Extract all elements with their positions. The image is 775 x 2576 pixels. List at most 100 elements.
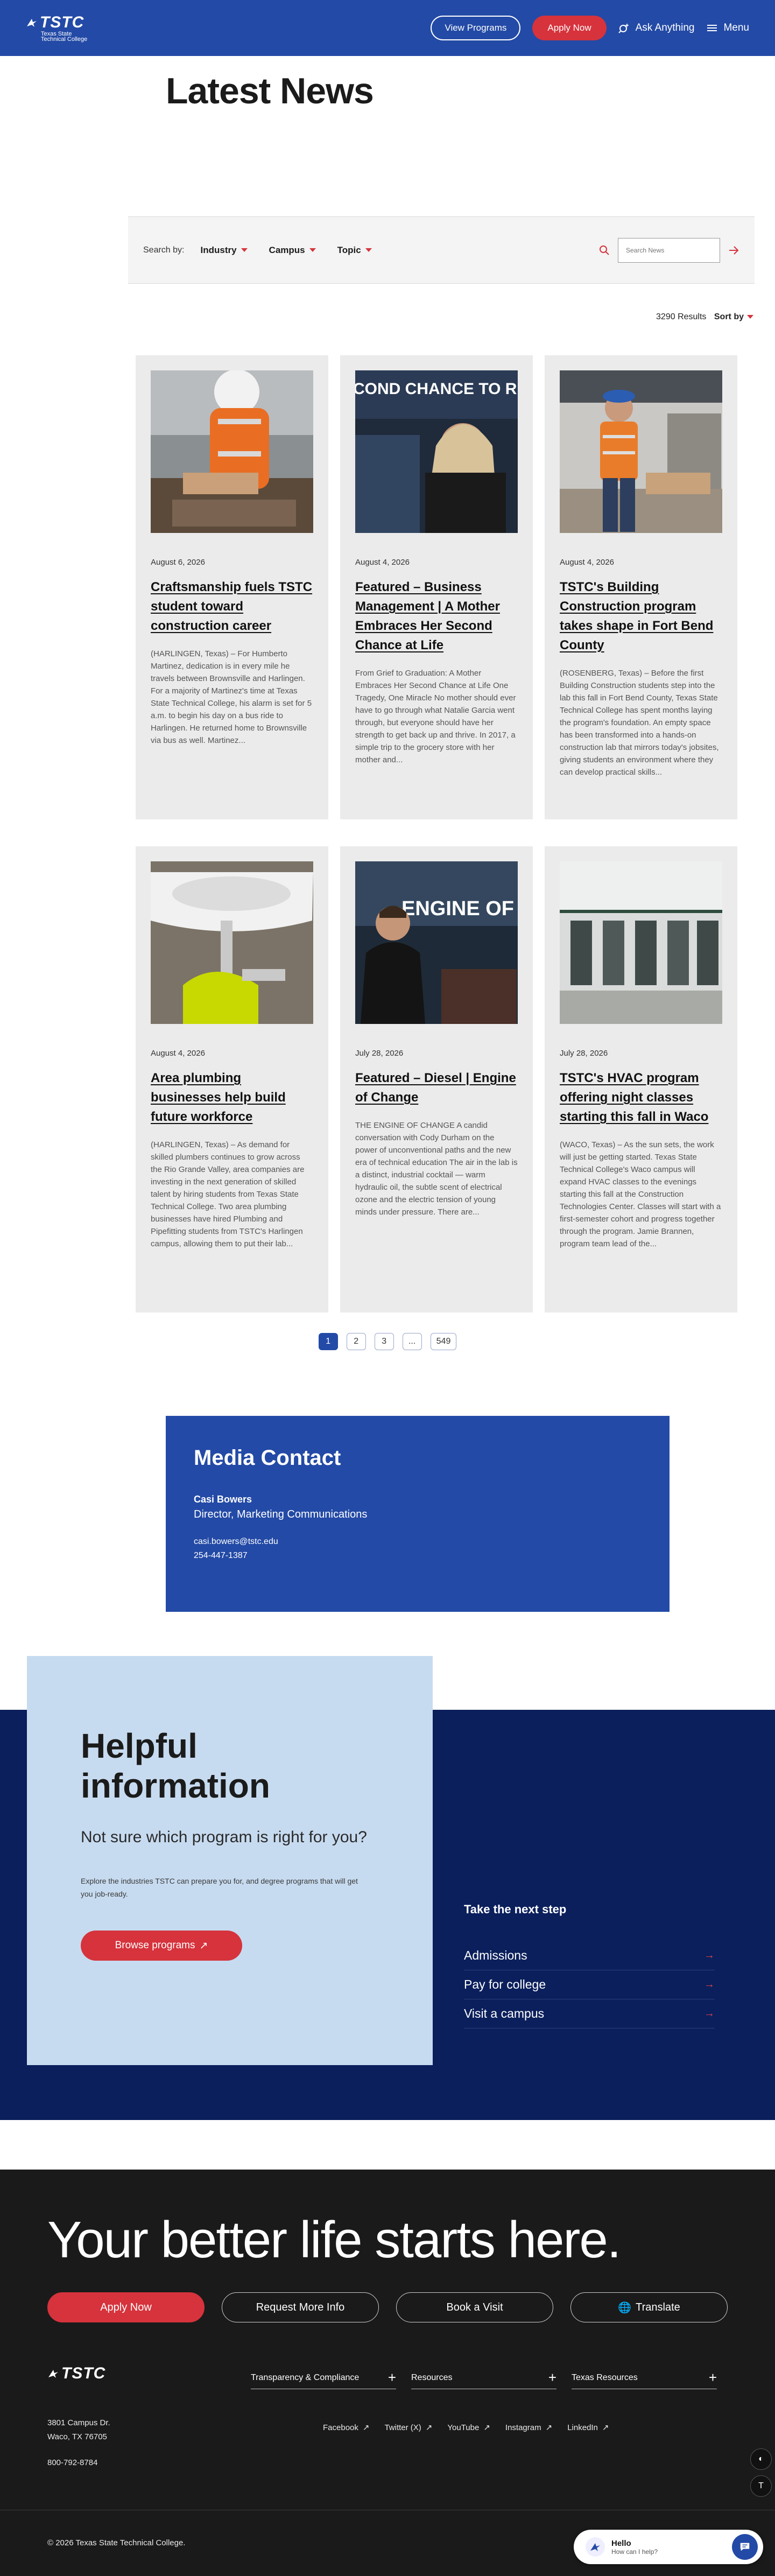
ask-anything-link[interactable]: Ask Anything (618, 22, 694, 34)
logo-text: TSTC (40, 13, 84, 31)
news-card[interactable]: August 4, 2026 TSTC's Building Construct… (545, 355, 737, 819)
tstc-logo[interactable]: TSTC Texas State Technical College (26, 13, 87, 43)
page-button[interactable]: 549 (430, 1333, 457, 1350)
social-label: LinkedIn (567, 2423, 598, 2432)
news-date: August 4, 2026 (355, 558, 410, 567)
accordion-label: Texas Resources (572, 2373, 638, 2382)
news-card[interactable]: August 4, 2026 Area plumbing businesses … (136, 846, 328, 1312)
filter-industry[interactable]: Industry (200, 244, 248, 256)
media-contact-title: Media Contact (194, 1446, 341, 1470)
footer-logo-text: TSTC (61, 2364, 106, 2382)
news-title-link[interactable]: TSTC's HVAC program offering night class… (560, 1069, 722, 1127)
header-actions: View Programs Apply Now Ask Anything Men… (431, 16, 749, 40)
news-date: July 28, 2026 (355, 1049, 404, 1058)
footer-apply-button[interactable]: Apply Now (47, 2292, 205, 2322)
news-card[interactable]: August 6, 2026 Craftsmanship fuels TSTC … (136, 355, 328, 819)
filter-campus-label: Campus (269, 244, 305, 255)
news-image (560, 861, 722, 1024)
view-programs-button[interactable]: View Programs (431, 16, 521, 40)
news-title-link[interactable]: Area plumbing businesses help build futu… (151, 1069, 313, 1127)
chat-widget[interactable]: Hello How can I help? (574, 2530, 763, 2564)
translate-label: Translate (636, 2301, 680, 2313)
news-date: July 28, 2026 (560, 1049, 608, 1058)
accordion-texas-resources[interactable]: Texas Resources + (572, 2367, 717, 2389)
news-card[interactable]: ENGINE OF CHA July 28, 2026 Featured – D… (340, 846, 533, 1312)
filter-campus[interactable]: Campus (269, 245, 316, 256)
chevron-down-icon (747, 315, 753, 319)
news-image: COND CHANCE TO RISE (355, 370, 518, 533)
page-button[interactable]: 3 (374, 1333, 394, 1350)
external-arrow-icon: ↗ (425, 2423, 433, 2432)
text-size-icon[interactable]: T (750, 2475, 772, 2497)
footer-address: 3801 Campus Dr. Waco, TX 76705 (47, 2416, 110, 2444)
pay-for-college-link[interactable]: Pay for college → (464, 1970, 715, 1999)
sparkle-search-icon (618, 23, 629, 33)
contact-email-link[interactable]: casi.bowers@tstc.edu (194, 1537, 642, 1547)
external-arrow-icon: ↗ (602, 2423, 609, 2432)
filter-topic-label: Topic (337, 244, 361, 255)
news-image (151, 861, 313, 1024)
filter-industry-label: Industry (200, 244, 237, 255)
search-input[interactable] (618, 237, 720, 263)
news-date: August 6, 2026 (151, 558, 205, 567)
filter-topic[interactable]: Topic (337, 245, 372, 256)
news-title-link[interactable]: TSTC's Building Construction program tak… (560, 578, 722, 655)
news-excerpt: (HARLINGEN, Texas) – As demand for skill… (151, 1140, 305, 1248)
news-excerpt: From Grief to Graduation: A Mother Embra… (355, 669, 516, 764)
admissions-link[interactable]: Admissions → (464, 1941, 715, 1970)
browse-programs-button[interactable]: Browse programs ↗ (81, 1931, 242, 1961)
helpful-text: Explore the industries TSTC can prepare … (81, 1877, 358, 1898)
news-excerpt: (HARLINGEN, Texas) – For Humberto Martin… (151, 649, 312, 745)
filter-bar: Search by: Industry Campus Topic (128, 216, 755, 284)
news-date: August 4, 2026 (560, 558, 614, 567)
social-label: Twitter (X) (384, 2423, 421, 2432)
pagination: 1 2 3 ... 549 (0, 1333, 775, 1350)
news-title-link[interactable]: Featured – Diesel | Engine of Change (355, 1069, 518, 1107)
external-arrow-icon: ↗ (545, 2423, 553, 2432)
social-instagram-link[interactable]: Instagram ↗ (505, 2423, 552, 2432)
social-label: Facebook (323, 2423, 358, 2432)
news-title-link[interactable]: Craftsmanship fuels TSTC student toward … (151, 578, 313, 636)
news-excerpt: THE ENGINE OF CHANGE A candid conversati… (355, 1121, 518, 1217)
apply-now-button[interactable]: Apply Now (532, 16, 607, 40)
plus-icon: + (708, 2369, 717, 2385)
social-twitter-link[interactable]: Twitter (X) ↗ (384, 2423, 432, 2432)
contact-name: Casi Bowers (194, 1494, 252, 1505)
external-arrow-icon: ↗ (483, 2423, 490, 2432)
request-info-button[interactable]: Request More Info (222, 2292, 379, 2322)
next-link-label: Visit a campus (464, 2006, 545, 2020)
social-linkedin-link[interactable]: LinkedIn ↗ (567, 2423, 609, 2432)
social-youtube-link[interactable]: YouTube ↗ (447, 2423, 490, 2432)
footer-cta-buttons: Apply Now Request More Info Book a Visit… (47, 2292, 728, 2322)
star-swoosh-icon (590, 2543, 600, 2551)
next-link-label: Admissions (464, 1948, 527, 1962)
news-card[interactable]: July 28, 2026 TSTC's HVAC program offeri… (545, 846, 737, 1312)
chat-open-button[interactable] (732, 2534, 758, 2560)
footer-logo[interactable]: TSTC (47, 2364, 105, 2383)
hamburger-icon (707, 25, 717, 31)
visit-campus-link[interactable]: Visit a campus → (464, 1999, 715, 2028)
news-title-link[interactable]: Featured – Business Management | A Mothe… (355, 578, 518, 655)
next-step-title: Take the next step (464, 1903, 567, 1916)
page-button[interactable]: 1 (318, 1333, 338, 1350)
social-facebook-link[interactable]: Facebook ↗ (323, 2423, 369, 2432)
news-image (560, 370, 722, 533)
contact-phone-link[interactable]: 254-447-1387 (194, 1551, 642, 1561)
site-header: TSTC Texas State Technical College View … (0, 0, 775, 56)
sort-by-dropdown[interactable]: Sort by (714, 312, 753, 321)
social-links: Facebook ↗ Twitter (X) ↗ YouTube ↗ Instagra… (323, 2423, 609, 2432)
chat-avatar-icon (586, 2537, 605, 2557)
contrast-toggle-icon[interactable]: ◐ (750, 2448, 772, 2470)
footer-phone-link[interactable]: 800-792-8784 (47, 2458, 97, 2467)
menu-button[interactable]: Menu (706, 22, 749, 34)
page-button[interactable]: 2 (346, 1333, 366, 1350)
news-card[interactable]: COND CHANCE TO RISE August 4, 2026 Featu… (340, 355, 533, 819)
helpful-subtitle: Not sure which program is right for you? (81, 1828, 367, 1846)
accordion-resources[interactable]: Resources + (411, 2367, 556, 2389)
chat-title: Hello (611, 2538, 631, 2548)
translate-button[interactable]: 🌐 Translate (570, 2292, 728, 2322)
accordion-transparency[interactable]: Transparency & Compliance + (251, 2367, 396, 2389)
book-visit-button[interactable]: Book a Visit (396, 2292, 553, 2322)
social-label: YouTube (447, 2423, 480, 2432)
arrow-right-icon[interactable] (728, 244, 739, 256)
